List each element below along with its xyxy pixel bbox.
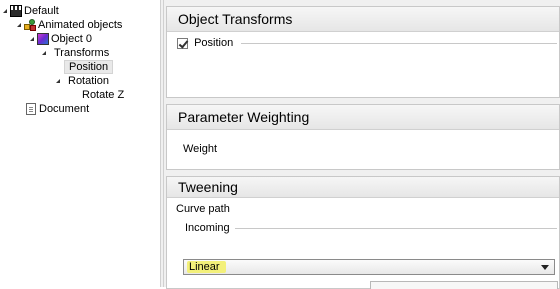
- tree-item-document[interactable]: Document: [26, 102, 89, 116]
- tree-item-transforms[interactable]: Transforms: [42, 46, 109, 60]
- incoming-interpolation-select[interactable]: Linear: [183, 259, 555, 275]
- tree-item-label: Document: [39, 103, 90, 115]
- section-title[interactable]: Object Transforms: [167, 7, 559, 32]
- expand-triangle-icon[interactable]: [3, 9, 7, 13]
- properties-panel: Object Transforms Position Parameter Wei…: [164, 0, 560, 289]
- expand-triangle-icon[interactable]: [42, 51, 46, 55]
- tree-item-label-selected: Position: [64, 60, 114, 74]
- group-divider: [235, 228, 557, 229]
- tree-item-position[interactable]: Position: [64, 60, 114, 74]
- parameter-weighting-section: Parameter Weighting Weight: [166, 104, 560, 170]
- position-checkbox-row[interactable]: Position: [177, 37, 233, 49]
- tweening-section: Tweening Curve path Incoming Linear: [166, 176, 560, 289]
- tree-item-animated-objects[interactable]: Animated objects: [17, 18, 122, 32]
- incoming-label: Incoming: [185, 222, 230, 234]
- partial-input-field[interactable]: [370, 281, 558, 289]
- chevron-down-icon[interactable]: [541, 265, 549, 270]
- tree-item-label: Animated objects: [38, 19, 123, 31]
- expand-triangle-icon[interactable]: [30, 37, 34, 41]
- tree-item-label: Default: [24, 5, 59, 17]
- tree-item-object-0[interactable]: Object 0: [30, 32, 92, 46]
- shapes-icon: [24, 19, 36, 31]
- tree-item-rotation[interactable]: Rotation: [56, 74, 109, 88]
- tree-item-label: Object 0: [51, 33, 92, 45]
- cube-icon: [37, 33, 49, 45]
- object-tree: Default Animated objects Object 0 Transf…: [0, 0, 160, 287]
- selected-value: Linear: [187, 261, 226, 273]
- weight-label: Weight: [183, 143, 218, 155]
- tree-item-default[interactable]: Default: [3, 4, 59, 18]
- expand-triangle-icon[interactable]: [17, 23, 21, 27]
- tree-item-label: Transforms: [54, 47, 110, 59]
- curve-path-label: Curve path: [176, 203, 230, 215]
- section-title[interactable]: Parameter Weighting: [167, 105, 559, 130]
- tree-item-label: Rotate Z: [82, 89, 125, 101]
- section-title[interactable]: Tweening: [167, 177, 559, 198]
- clapperboard-icon: [10, 5, 22, 17]
- object-transforms-section: Object Transforms Position: [166, 6, 560, 98]
- group-divider: [241, 43, 557, 44]
- position-label: Position: [194, 37, 234, 50]
- tree-item-label: Rotation: [68, 75, 109, 87]
- tree-item-rotate-z[interactable]: Rotate Z: [82, 88, 124, 102]
- document-icon: [26, 103, 36, 115]
- position-checkbox[interactable]: [177, 37, 188, 49]
- expand-triangle-icon[interactable]: [56, 79, 60, 83]
